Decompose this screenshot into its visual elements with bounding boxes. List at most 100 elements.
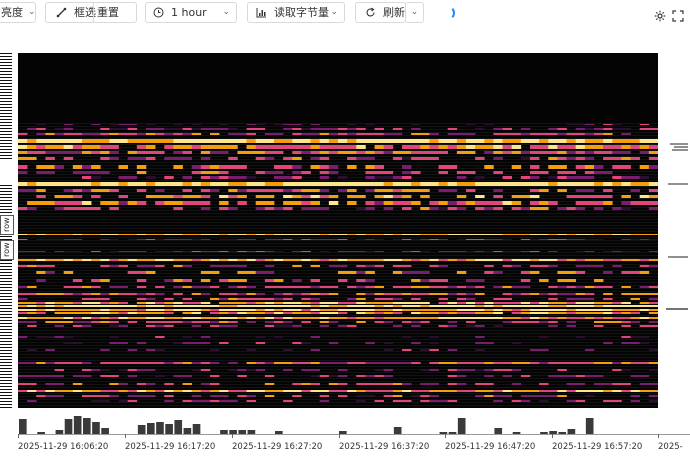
heatmap-cell (210, 189, 220, 192)
heatmap-cell (365, 279, 375, 282)
heatmap-cell (639, 176, 650, 179)
heatmap-cell (109, 189, 119, 192)
select-button[interactable]: 框选 (46, 3, 96, 22)
heatmap-cell (539, 390, 549, 392)
heatmap-cell (539, 239, 549, 240)
heatmap-cell (374, 298, 385, 300)
heatmap-cell (365, 165, 375, 169)
heatmap-cell (392, 383, 403, 385)
heatmap-cell (100, 157, 110, 160)
heatmap-cell (566, 182, 577, 186)
heatmap-cell (511, 139, 522, 143)
heatmap-cell (118, 390, 129, 392)
heatmap-cell (219, 298, 229, 300)
heatmap-cell (200, 128, 211, 130)
heatmap-cell (274, 305, 284, 307)
heatmap-cell (255, 124, 266, 125)
heatmap-cell (72, 286, 83, 288)
heatmap-cell (118, 317, 129, 319)
heatmap-cell (274, 182, 284, 186)
heatmap-cell (27, 265, 37, 267)
heatmap-cell (91, 309, 101, 311)
heatmap-cell (301, 317, 311, 319)
heatmap-cell (100, 309, 110, 311)
heatmap-cell (146, 317, 156, 319)
heatmap-cell (127, 309, 138, 311)
heatmap-cell (365, 133, 375, 135)
time-range-dropdown[interactable]: 1 hour ⌄ (145, 2, 237, 23)
heatmap-cell (264, 305, 275, 307)
heatmap-cell (228, 234, 238, 235)
heatmap-cell (328, 312, 339, 314)
heatmap-cell (630, 157, 641, 160)
row-tick (0, 119, 12, 120)
heatmap-cell (612, 383, 622, 385)
heatmap-cell (420, 286, 430, 288)
heatmap-cell (155, 390, 165, 392)
heatmap-cell (27, 309, 37, 311)
heatmap-cell (228, 259, 238, 261)
heatmap-cell (54, 151, 65, 154)
heatmap-cell (310, 124, 321, 125)
heatmap-cell (502, 128, 513, 130)
heatmap-cell (594, 201, 604, 205)
heatmap-cell (575, 305, 586, 307)
brightness-dropdown[interactable]: 亮度 ⌄ (0, 2, 36, 23)
heatmap-cell (475, 305, 485, 307)
heatmap-cell (575, 139, 586, 143)
heatmap-cell (447, 128, 458, 130)
heatmap-cell (475, 312, 485, 314)
time-histogram[interactable] (18, 412, 658, 434)
heatmap-cell (530, 251, 540, 252)
reset-button[interactable]: 重置 (97, 3, 119, 22)
fullscreen-icon[interactable] (672, 7, 684, 26)
heatmap-cell (566, 317, 577, 319)
heatmap-cell (310, 195, 321, 198)
heatmap-cell (530, 265, 540, 267)
heatmap-cell (228, 176, 238, 179)
heatmap-cell (511, 305, 522, 307)
heatmap-cell (91, 251, 101, 252)
heatmap-cell (447, 383, 458, 385)
heatmap-cell (520, 309, 531, 311)
refresh-options-dropdown[interactable]: ⌄ (405, 2, 424, 23)
settings-gear-icon[interactable] (654, 7, 666, 26)
heatmap-cell (237, 279, 247, 282)
heatmap-cell (493, 271, 503, 274)
heatmap-cell (484, 145, 494, 149)
crop-select-icon (54, 6, 68, 20)
heatmap-cell (420, 133, 430, 135)
heatmap-cell (210, 325, 220, 327)
heatmap-cell (612, 259, 622, 261)
heatmap-cell (548, 201, 558, 205)
heatmap-cell (274, 390, 284, 392)
heatmap-cell (456, 171, 467, 174)
heatmap-cell (447, 321, 458, 323)
refresh-button[interactable]: 刷新 (355, 2, 406, 23)
heatmap-cell (447, 207, 458, 210)
heatmap-cell (109, 325, 119, 327)
heatmap-cell (255, 342, 266, 344)
heatmap-cell (575, 362, 586, 364)
heatmap-row-faint (18, 231, 658, 232)
heatmap[interactable] (18, 53, 659, 408)
heatmap-cell (438, 201, 449, 205)
heatmap-cell (484, 271, 494, 274)
heatmap-cell (91, 305, 101, 307)
heatmap-cell (191, 139, 202, 143)
heatmap-canvas[interactable] (18, 53, 659, 408)
heatmap-cell (456, 305, 467, 307)
heatmap-cell (182, 128, 193, 130)
button-divider (93, 3, 94, 22)
metric-dropdown[interactable]: 读取字节量 ⌄ (247, 2, 345, 23)
row-tick (0, 401, 12, 402)
row-tick (0, 356, 12, 357)
heatmap-cell (310, 157, 321, 160)
heatmap-cell (447, 305, 458, 307)
heatmap-cell (301, 383, 311, 385)
heatmap-cell (520, 271, 531, 274)
heatmap-cell (338, 305, 348, 307)
heatmap-cell (502, 251, 513, 252)
heatmap-cell (82, 189, 92, 192)
row-tick (0, 71, 12, 72)
